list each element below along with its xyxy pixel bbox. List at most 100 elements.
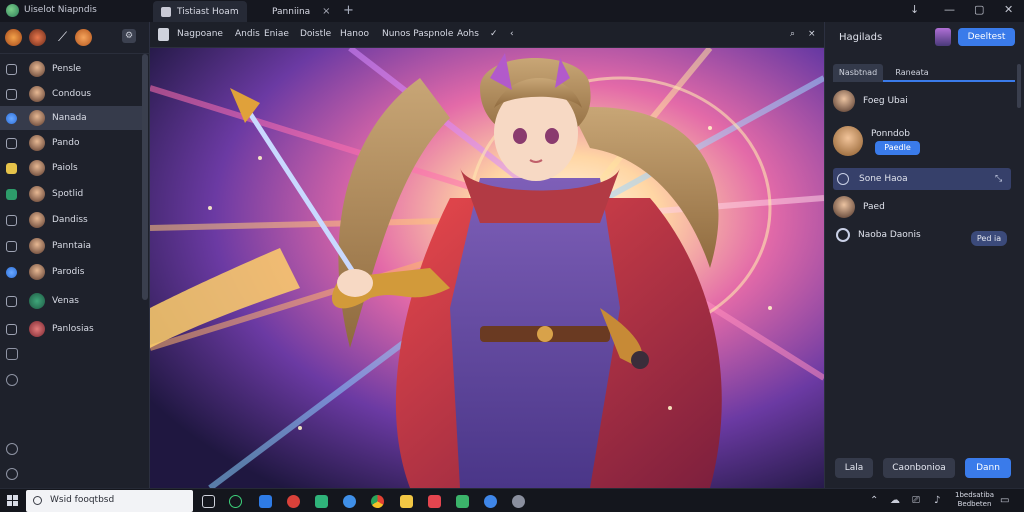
toolbar-item-doistle[interactable]: Doistle [300,29,331,39]
close-icon[interactable]: × [808,29,816,39]
sidebar-item-paiols[interactable]: Paiols [0,156,142,180]
layer-label: Ponndob [871,129,910,139]
download-icon[interactable]: ↓ [910,3,919,16]
layer-item[interactable]: Sone Haoa ⤡ [833,173,1011,185]
avatar-icon[interactable] [29,29,46,46]
layers-panel: Hagilads Deeltest Nasbtnad Raneata Foeg … [824,22,1024,488]
sidebar-item-pensle[interactable]: Pensle [0,57,142,81]
sidebar-item-nanada[interactable]: Nanada [0,106,142,130]
sidebar-item-label: Panntaia [52,241,92,251]
footer-button-lala[interactable]: Lala [835,458,873,478]
tab-home[interactable]: Tistiast Hoam [153,1,247,22]
target-icon [836,228,850,242]
new-tab-button[interactable]: + [343,3,354,18]
toolbar-item-hanoo[interactable]: Hanoo [340,29,369,39]
page-icon[interactable] [158,28,169,41]
minimize-button[interactable]: — [944,3,955,16]
footer-button-caonbonioa[interactable]: Caonbonioa [883,458,955,478]
globe-icon [6,112,17,124]
settings-app-icon[interactable] [512,495,525,508]
sidebar-item-venas[interactable]: Venas [0,289,142,313]
expand-icon[interactable]: ⤡ [995,174,1002,184]
timer-app-icon[interactable] [229,495,242,508]
artwork-canvas[interactable] [150,48,824,488]
brush-icon[interactable]: ⟋ [54,29,71,46]
folder-app-icon[interactable] [400,495,413,508]
red-app-icon[interactable] [287,495,300,508]
sidebar-item-panlosias[interactable]: Panlosias [0,317,142,341]
panel-scrollbar[interactable] [1017,64,1021,108]
sidebar-item-label: Venas [52,296,79,306]
taskbar-clock[interactable]: 1bedsatiba Bedbeten [955,491,994,509]
coin-icon[interactable] [75,29,92,46]
cloud-icon[interactable]: ☁ [890,495,900,506]
artwork-image [150,48,824,488]
taskbar-search[interactable]: Wsid fooqtbsd [26,490,193,512]
refresh-icon[interactable] [6,374,18,386]
green-app-icon[interactable] [315,495,328,508]
toolbar-item-aohs[interactable]: Aohs [457,29,479,39]
search-icon[interactable]: ⌕ [790,29,795,39]
sidebar-item-panntaia[interactable]: Panntaia [0,234,142,258]
volume-icon[interactable]: ♪ [934,495,940,506]
sidebar-item-dandiss[interactable]: Dandiss [0,208,142,232]
avatar [29,160,45,176]
layer-tag-button[interactable]: Ped ia [971,231,1007,246]
layer-tag-button[interactable]: Paedle [875,141,920,155]
sheets-app-icon[interactable] [456,495,469,508]
footer-button-dann[interactable]: Dann [965,458,1011,478]
info-icon[interactable] [6,468,18,480]
help-icon[interactable] [6,443,18,455]
toolbar-item-paspnole[interactable]: Nunos Paspnole [382,29,453,39]
clock-date: Bedbeten [957,500,992,508]
edge-app-icon[interactable] [484,495,497,508]
layer-item[interactable]: Foeg Ubai [833,90,1011,112]
sidebar-item-label: Nanada [52,113,87,123]
tab-raneata[interactable]: Raneata [887,64,937,82]
sidebar-item-condous[interactable]: Condous [0,82,142,106]
toolbar-item-eniae[interactable]: Eniae [264,29,289,39]
panel-thumbnail[interactable] [935,28,951,46]
layer-label: Sone Haoa [859,174,908,184]
tab-nasbtnad[interactable]: Nasbtnad [833,64,883,82]
check-icon[interactable]: ✓ [490,29,498,39]
layer-item[interactable]: Ponndob [833,126,1011,156]
layers-icon[interactable] [6,348,18,360]
layer-item[interactable]: Paed [833,196,1011,218]
layer-label: Foeg Ubai [863,96,908,106]
files-app-icon[interactable] [259,495,272,508]
sidebar-item-label: Panlosias [52,324,94,334]
task-view-icon[interactable] [202,495,215,508]
chevron-left-icon[interactable]: ‹ [510,29,514,39]
maximize-button[interactable]: ▢ [974,3,984,16]
sidebar-item-pando[interactable]: Pando [0,131,142,155]
sidebar-item-parodis[interactable]: Parodis [0,260,142,284]
tab-page-icon [161,6,171,17]
store-app-icon[interactable] [428,495,441,508]
clock-icon [837,173,849,185]
toolbar-item-andis[interactable]: Andis [235,29,260,39]
toolbar-item-nagpoane[interactable]: Nagpoane [177,29,223,39]
notification-icon[interactable]: ▭ [1000,495,1009,506]
avatar [833,126,863,156]
editor-toolbar: Nagpoane Andis Eniae Doistle Hanoo Nunos… [150,22,824,48]
settings-icon[interactable]: ⚙ [122,29,136,43]
grid-icon [6,240,17,252]
chart-icon [6,188,17,200]
tray-chevron-icon[interactable]: ⌃ [870,495,878,506]
folder-icon [6,162,17,174]
primary-action-button[interactable]: Deeltest [958,28,1015,46]
chrome-app-icon[interactable] [371,495,384,508]
network-icon[interactable]: ⎚ [912,495,920,506]
box-icon [6,295,17,307]
sidebar-item-spotlid[interactable]: Spotlid [0,182,142,206]
sidebar-scrollbar[interactable] [142,54,148,300]
search-placeholder: Wsid fooqtbsd [50,495,115,505]
tab-close-icon[interactable]: × [322,6,330,17]
windows-start-icon[interactable] [7,495,18,506]
flame-icon[interactable] [5,29,22,46]
browser-app-icon[interactable] [343,495,356,508]
sidebar-item-label: Dandiss [52,215,88,225]
tab-second[interactable]: Panniina × [272,1,331,22]
close-window-button[interactable]: ✕ [1004,3,1013,16]
